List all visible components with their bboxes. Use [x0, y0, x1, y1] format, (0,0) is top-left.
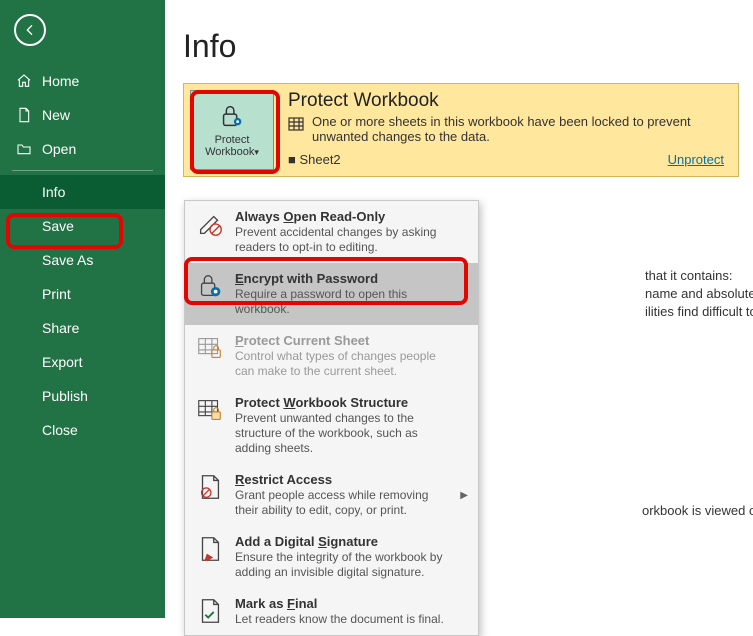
menu-item-desc: Require a password to open this workbook… — [235, 287, 450, 317]
protect-workbook-button[interactable]: Protect Workbook▾ — [190, 90, 274, 170]
folder-icon — [16, 141, 32, 157]
sidebar-item-label: Publish — [42, 388, 88, 404]
backstage-sidebar: Home New Open Info Save Save As Print — [0, 0, 165, 618]
bg-text-fragment: orkbook is viewed on the Web. — [642, 503, 753, 518]
protect-workbook-panel: Protect Workbook▾ Protect Workbook One o… — [183, 83, 739, 177]
submenu-arrow-icon: ▶ — [460, 490, 468, 501]
sidebar-item-saveas[interactable]: Save As — [0, 243, 165, 277]
sidebar-item-info[interactable]: Info — [0, 175, 165, 209]
unprotect-link[interactable]: Unprotect — [668, 152, 724, 167]
panel-title: Protect Workbook — [288, 90, 728, 112]
sidebar-divider — [12, 170, 153, 171]
sidebar-item-label: Print — [42, 286, 71, 302]
bg-text-fragment: name and absolute path — [645, 286, 753, 301]
menu-item-digital-signature[interactable]: Add a Digital Signature Ensure the integ… — [185, 526, 478, 588]
panel-desc: One or more sheets in this workbook have… — [312, 114, 728, 144]
new-doc-icon — [16, 107, 32, 123]
chevron-down-icon: ▾ — [254, 147, 259, 157]
menu-item-title: Restrict Access — [235, 472, 450, 487]
home-icon — [16, 73, 32, 89]
menu-item-desc: Grant people access while removing their… — [235, 488, 450, 518]
sidebar-item-label: Home — [42, 73, 79, 89]
sidebar-item-label: Share — [42, 320, 79, 336]
sheet-table-icon — [288, 117, 304, 131]
restrict-icon — [195, 472, 225, 502]
sidebar-item-label: Save — [42, 218, 74, 234]
button-label-line1: Protect — [215, 134, 250, 146]
sidebar-item-label: Save As — [42, 252, 93, 268]
menu-item-desc: Ensure the integrity of the workbook by … — [235, 550, 450, 580]
menu-item-desc: Let readers know the document is final. — [235, 612, 450, 627]
menu-item-title: Mark as Final — [235, 596, 468, 611]
menu-item-desc: Prevent accidental changes by asking rea… — [235, 225, 450, 255]
sidebar-item-label: Open — [42, 141, 76, 157]
menu-item-desc: Control what types of changes people can… — [235, 349, 450, 379]
back-arrow-icon — [22, 22, 38, 38]
menu-item-title: Protect Current Sheet — [235, 333, 468, 348]
sidebar-item-close[interactable]: Close — [0, 413, 165, 447]
menu-item-mark-final[interactable]: Mark as Final Let readers know the docum… — [185, 588, 478, 635]
menu-item-protect-sheet[interactable]: Protect Current Sheet Control what types… — [185, 325, 478, 387]
signature-icon — [195, 534, 225, 564]
bg-text-fragment: ilities find difficult to read — [645, 304, 753, 319]
menu-item-encrypt-password[interactable]: Encrypt with Password Require a password… — [185, 263, 478, 325]
menu-item-desc: Prevent unwanted changes to the structur… — [235, 411, 450, 456]
encrypt-icon — [195, 271, 225, 301]
menu-item-restrict-access[interactable]: Restrict Access Grant people access whil… — [185, 464, 478, 526]
sidebar-item-save[interactable]: Save — [0, 209, 165, 243]
menu-item-title: Always Open Read-Only — [235, 209, 468, 224]
readonly-icon — [195, 209, 225, 239]
sidebar-list: Home New Open Info Save Save As Print — [0, 64, 165, 447]
final-icon — [195, 596, 225, 626]
menu-item-title: Protect Workbook Structure — [235, 395, 468, 410]
sidebar-item-label: Export — [42, 354, 82, 370]
sidebar-item-publish[interactable]: Publish — [0, 379, 165, 413]
protect-structure-icon — [195, 395, 225, 425]
back-button[interactable] — [14, 14, 46, 46]
sidebar-item-open[interactable]: Open — [0, 132, 165, 166]
protect-sheet-icon — [195, 333, 225, 363]
page-title: Info — [183, 28, 753, 65]
protect-workbook-dropdown: Always Open Read-Only Prevent accidental… — [184, 200, 479, 636]
sidebar-item-label: New — [42, 107, 70, 123]
menu-item-title: Add a Digital Signature — [235, 534, 468, 549]
lock-key-icon — [217, 102, 247, 130]
sidebar-item-export[interactable]: Export — [0, 345, 165, 379]
sidebar-item-label: Info — [42, 184, 65, 200]
sidebar-item-new[interactable]: New — [0, 98, 165, 132]
menu-item-title: Encrypt with Password — [235, 271, 468, 286]
locked-sheet-name: ■ Sheet2 — [288, 152, 341, 167]
button-label-line2: Workbook — [205, 146, 254, 158]
menu-item-always-open-readonly[interactable]: Always Open Read-Only Prevent accidental… — [185, 201, 478, 263]
sidebar-item-print[interactable]: Print — [0, 277, 165, 311]
menu-item-protect-structure[interactable]: Protect Workbook Structure Prevent unwan… — [185, 387, 478, 464]
sidebar-item-label: Close — [42, 422, 78, 438]
bg-text-fragment: that it contains: — [645, 268, 732, 283]
sidebar-item-home[interactable]: Home — [0, 64, 165, 98]
sidebar-item-share[interactable]: Share — [0, 311, 165, 345]
